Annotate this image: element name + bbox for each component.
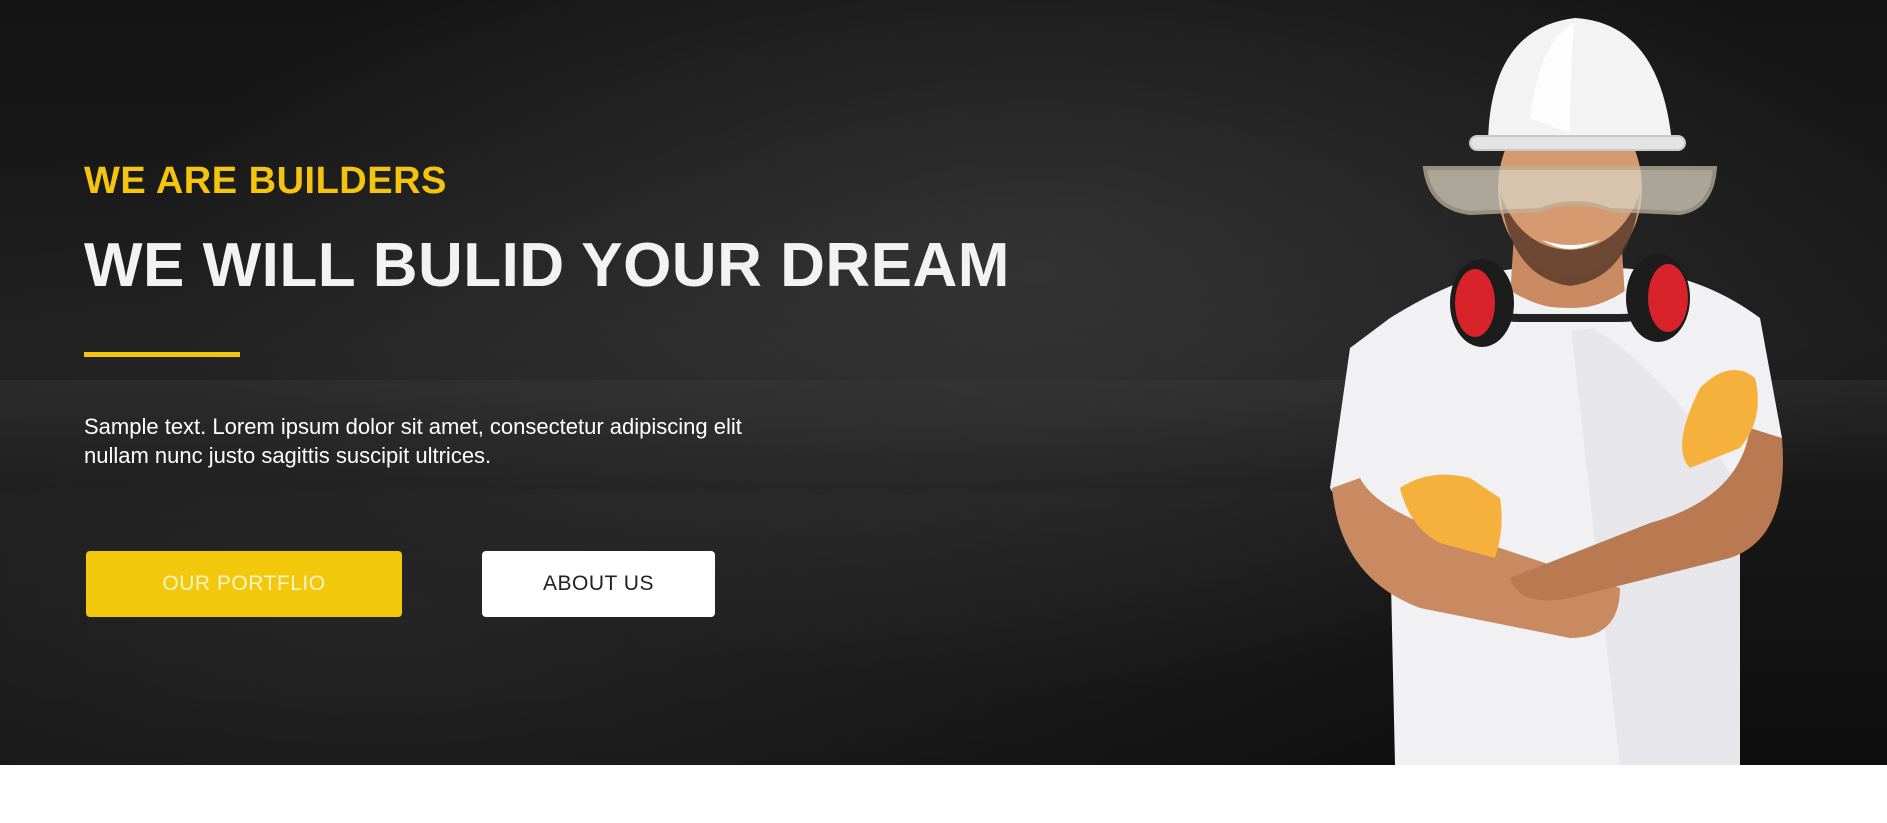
hero-description: Sample text. Lorem ipsum dolor sit amet,…: [84, 414, 742, 468]
about-us-button[interactable]: ABOUT US: [482, 551, 715, 617]
hero-title: WE WILL BULID YOUR DREAM: [84, 231, 1010, 300]
hero-section: WE ARE BUILDERS WE WILL BULID YOUR DREAM…: [0, 0, 1887, 765]
construction-worker-image: [1330, 18, 1783, 765]
our-portfolio-button[interactable]: OUR PORTFLIO: [86, 551, 402, 617]
hero-subtitle: WE ARE BUILDERS: [84, 160, 447, 202]
accent-divider: [84, 352, 240, 357]
